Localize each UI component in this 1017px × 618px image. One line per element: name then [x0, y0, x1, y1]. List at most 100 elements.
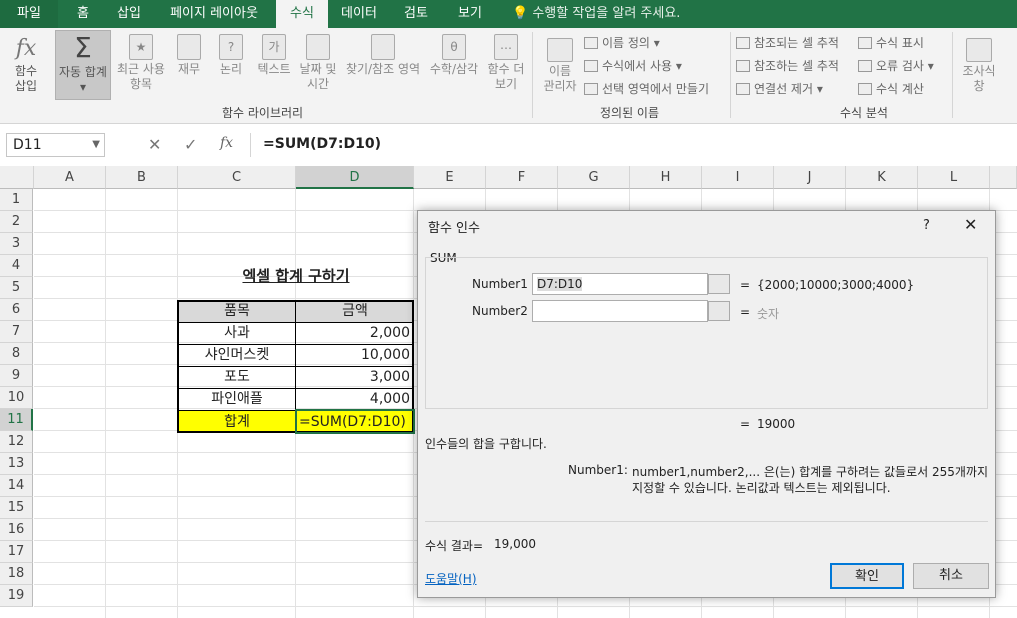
recent-functions-button[interactable]: ★ 최근 사용 항목	[114, 34, 168, 92]
logical-button[interactable]: ? 논리	[216, 34, 246, 77]
table-cell[interactable]: 4,000	[296, 388, 410, 410]
watch-window-button[interactable]: 조사식 창	[956, 38, 1002, 94]
row-header[interactable]: 12	[0, 431, 33, 453]
row-header[interactable]: 8	[0, 343, 33, 365]
arg2-input[interactable]	[532, 300, 708, 322]
tab-insert[interactable]: 삽입	[108, 0, 150, 28]
row-header[interactable]: 18	[0, 563, 33, 585]
math-trig-button[interactable]: θ 수학/삼각	[427, 34, 481, 77]
cancel-button[interactable]: 취소	[913, 563, 989, 589]
total-formula-cell[interactable]: =SUM(D7:D10)	[299, 411, 413, 433]
arg-help-line1: number1,number2,... 은(는) 합계를 구하려는 값들로서 2…	[632, 465, 988, 479]
row-header[interactable]: 11	[0, 409, 33, 431]
row-header[interactable]: 4	[0, 255, 33, 277]
fx-icon[interactable]: fx	[220, 135, 233, 151]
name-manager-button[interactable]: 이름 관리자	[538, 38, 582, 94]
table-header-item[interactable]: 품목	[178, 300, 296, 322]
text-button[interactable]: 가 텍스트	[255, 34, 293, 77]
table-cell[interactable]: 3,000	[296, 366, 410, 388]
row-header[interactable]: 14	[0, 475, 33, 497]
row-header[interactable]: 1	[0, 189, 33, 211]
theta-icon: θ	[442, 34, 466, 60]
show-formulas-icon	[858, 37, 872, 49]
table-cell[interactable]: 사과	[178, 322, 296, 344]
cancel-icon[interactable]: ✕	[148, 135, 161, 154]
tab-file[interactable]: 파일	[0, 0, 58, 28]
create-from-selection-button[interactable]: 선택 영역에서 만들기	[584, 80, 709, 97]
ok-button[interactable]: 확인	[830, 563, 904, 589]
row-header[interactable]: 17	[0, 541, 33, 563]
formula-input[interactable]: =SUM(D7:D10)	[250, 133, 1017, 157]
row-header[interactable]: 10	[0, 387, 33, 409]
row-header[interactable]: 19	[0, 585, 33, 607]
collapse-dialog-icon[interactable]	[708, 301, 730, 321]
insert-function-button[interactable]: fx 함수 삽입	[6, 34, 46, 94]
row-header[interactable]: 15	[0, 497, 33, 519]
autosum-button[interactable]: Σ 자동 합계 ▾	[55, 30, 111, 100]
row-header[interactable]: 3	[0, 233, 33, 255]
show-formulas-button[interactable]: 수식 표시	[858, 34, 924, 51]
error-checking-button[interactable]: 오류 검사 ▾	[858, 57, 934, 74]
tell-me-box[interactable]: 💡 수행할 작업을 알려 주세요.	[512, 0, 680, 28]
table-header-amount[interactable]: 금액	[296, 300, 414, 322]
arg1-input[interactable]: D7:D10	[532, 273, 708, 295]
collapse-dialog-icon[interactable]	[708, 274, 730, 294]
row-header[interactable]: 7	[0, 321, 33, 343]
use-in-formula-button[interactable]: 수식에서 사용 ▾	[584, 57, 682, 74]
table-cell[interactable]: 파인애플	[178, 388, 296, 410]
formula-result-label: 수식 결과=	[425, 539, 484, 553]
sigma-icon: Σ	[74, 31, 92, 64]
column-header[interactable]: L	[918, 166, 990, 189]
trace-precedents-button[interactable]: 참조되는 셀 추적	[736, 34, 839, 51]
more-functions-button[interactable]: … 함수 더 보기	[484, 34, 528, 92]
column-header[interactable]: I	[702, 166, 774, 189]
star-icon: ★	[129, 34, 153, 60]
row-header[interactable]: 6	[0, 299, 33, 321]
column-header[interactable]: F	[486, 166, 558, 189]
table-cell[interactable]: 포도	[178, 366, 296, 388]
column-header[interactable]: A	[34, 166, 106, 189]
column-header[interactable]: H	[630, 166, 702, 189]
name-box[interactable]: D11 ▼	[6, 133, 105, 157]
table-cell[interactable]: 2,000	[296, 322, 410, 344]
chevron-down-icon: ▼	[92, 139, 100, 150]
evaluate-formula-button[interactable]: 수식 계산	[858, 80, 924, 97]
column-header[interactable]: D	[296, 166, 414, 189]
tab-data[interactable]: 데이터	[334, 0, 384, 28]
row-header[interactable]: 2	[0, 211, 33, 233]
column-header[interactable]: G	[558, 166, 630, 189]
column-header[interactable]	[990, 166, 1017, 189]
check-icon[interactable]: ✓	[184, 135, 197, 154]
row-header[interactable]: 16	[0, 519, 33, 541]
tab-formulas[interactable]: 수식	[276, 0, 328, 28]
define-name-button[interactable]: 이름 정의 ▾	[584, 34, 660, 51]
column-header[interactable]: B	[106, 166, 178, 189]
column-header[interactable]: J	[774, 166, 846, 189]
column-header[interactable]: C	[178, 166, 296, 189]
tab-review[interactable]: 검토	[394, 0, 438, 28]
column-header[interactable]: K	[846, 166, 918, 189]
trace-precedents-icon	[736, 37, 750, 49]
select-all-corner[interactable]	[0, 166, 34, 189]
tab-page-layout[interactable]: 페이지 레이아웃	[160, 0, 268, 28]
divider	[425, 521, 988, 522]
total-label-cell[interactable]: 합계	[178, 411, 296, 433]
sheet-title[interactable]: 엑셀 합계 구하기	[178, 265, 414, 287]
table-cell[interactable]: 샤인머스켓	[178, 344, 296, 366]
lookup-reference-button[interactable]: 찾기/참조 영역	[342, 34, 424, 77]
tab-home[interactable]: 홈	[62, 0, 104, 28]
help-button[interactable]: ?	[923, 218, 930, 233]
row-header[interactable]: 5	[0, 277, 33, 299]
financial-button[interactable]: 재무	[174, 34, 204, 77]
close-icon[interactable]: ✕	[964, 215, 977, 234]
remove-arrows-button[interactable]: 연결선 제거 ▾	[736, 80, 823, 97]
table-cell[interactable]: 10,000	[296, 344, 410, 366]
column-header[interactable]: E	[414, 166, 486, 189]
row-header[interactable]: 9	[0, 365, 33, 387]
trace-dependents-button[interactable]: 참조하는 셀 추적	[736, 57, 839, 74]
date-time-button[interactable]: 날짜 및 시간	[296, 34, 340, 92]
name-manager-icon	[547, 38, 573, 62]
help-link[interactable]: 도움말(H)	[425, 570, 477, 587]
row-header[interactable]: 13	[0, 453, 33, 475]
tab-view[interactable]: 보기	[448, 0, 492, 28]
